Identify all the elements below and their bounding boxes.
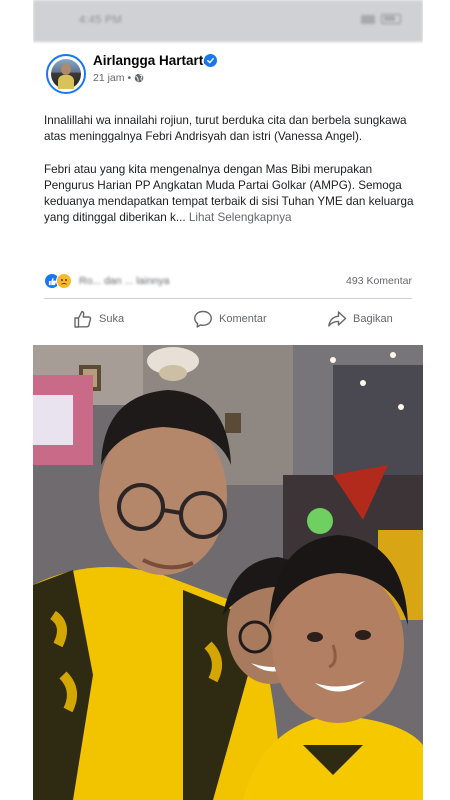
see-more-link[interactable]: Lihat Selengkapnya	[189, 211, 292, 224]
comment-button-label: Komentar	[219, 313, 267, 325]
selfie-photo-illustration	[33, 345, 423, 800]
share-button[interactable]: Bagikan	[327, 307, 393, 331]
divider	[44, 298, 412, 299]
like-button-label: Suka	[99, 313, 125, 325]
thumbs-up-icon	[74, 310, 92, 328]
post-header: Airlangga Hartarto 21 jam •	[33, 50, 423, 100]
status-icons	[361, 14, 401, 24]
comment-button[interactable]: Komentar	[193, 307, 267, 331]
meta-separator: •	[127, 72, 132, 84]
speech-bubble-icon	[194, 310, 212, 328]
battery-icon	[381, 14, 401, 24]
signal-icon	[361, 14, 375, 24]
post-meta: 21 jam •	[93, 72, 144, 84]
reactions-row[interactable]: Ro... dan ... lainnya 493 Komentar	[44, 273, 412, 291]
avatar-image	[51, 59, 81, 89]
post-body: Innalillahi wa innailahi rojiun, turut b…	[44, 113, 416, 243]
status-bar: 4:45 PM	[33, 0, 423, 42]
share-arrow-icon	[328, 311, 347, 327]
facebook-post-screen: 4:45 PM Airlangga Hartarto 21 jam • Inna…	[33, 0, 423, 800]
avatar[interactable]	[46, 54, 86, 94]
post-time[interactable]: 21 jam	[93, 72, 125, 84]
share-button-label: Bagikan	[353, 313, 393, 325]
sad-reaction-icon	[56, 273, 72, 289]
post-paragraph-2: Febri atau yang kita mengenalnya dengan …	[44, 162, 416, 227]
comment-count[interactable]: 493 Komentar	[346, 275, 412, 287]
like-button[interactable]: Suka	[73, 307, 124, 331]
verified-badge-icon	[204, 54, 217, 67]
author-name[interactable]: Airlangga Hartarto	[93, 53, 212, 68]
status-time: 4:45 PM	[79, 14, 123, 26]
post-photo[interactable]	[33, 345, 423, 800]
post-paragraph-1: Innalillahi wa innailahi rojiun, turut b…	[44, 114, 407, 144]
globe-icon	[134, 73, 144, 83]
action-bar: Suka Komentar Bagikan	[33, 305, 423, 335]
reaction-summary[interactable]: Ro... dan ... lainnya	[79, 275, 169, 287]
